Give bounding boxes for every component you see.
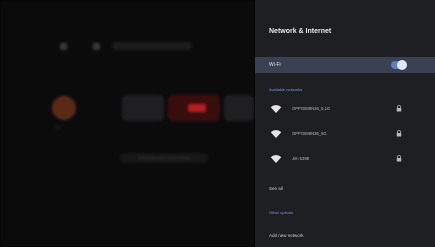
wifi-signal-icon [270,105,282,113]
network-name: OPPO598N36_5G [292,131,327,136]
panel-title: Network & Internet [269,28,332,35]
home-screen-background: Jupy Customize your home screen [0,0,255,247]
lock-icon [396,130,402,137]
available-networks-header: Available networks [269,87,303,92]
wifi-toggle-row[interactable]: Wi-Fi [255,57,435,73]
lock-icon [396,105,402,112]
network-item[interactable]: OPPO598N36_5G [255,125,435,143]
search-bar [112,42,192,50]
customize-hint: Customize your home screen [120,153,208,163]
toggle-knob [397,60,407,70]
wifi-label: Wi-Fi [269,62,281,68]
profile-label: Jupy [55,125,62,129]
profile-avatar [52,96,76,120]
app-tile [224,95,254,121]
wifi-signal-icon [270,155,282,163]
apps-icon [93,43,100,50]
youtube-tile [168,95,220,121]
see-all-button[interactable]: See all [269,186,283,191]
search-icon [60,43,67,50]
lock-icon [396,155,402,162]
network-name: Jim 5398 [292,156,309,161]
network-item[interactable]: Jim 5398 [255,150,435,168]
network-settings-panel: Network & Internet Wi-Fi Available netwo… [255,0,435,247]
other-options-header: Other options [269,210,294,215]
network-item[interactable]: OPPO598N36_5.1G [255,100,435,118]
network-name: OPPO598N36_5.1G [292,106,331,111]
add-new-network-button[interactable]: Add new network [269,233,304,238]
app-tile [122,95,164,121]
wifi-signal-icon [270,130,282,138]
wifi-toggle[interactable] [391,60,407,70]
